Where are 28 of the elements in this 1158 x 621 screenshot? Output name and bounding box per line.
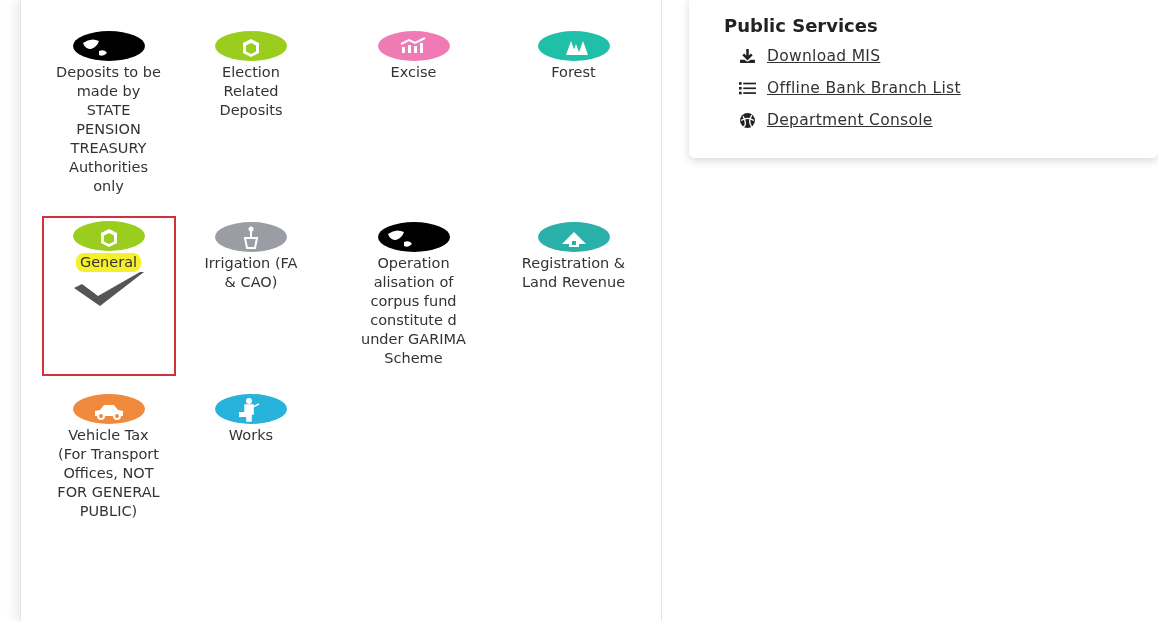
emblem-icon	[739, 111, 756, 129]
department-label: Election Related Deposits	[218, 63, 284, 120]
department-tile[interactable]: Forest	[514, 25, 633, 204]
department-label: Deposits to be made by STATE PENSION TREASURY Authorities only	[55, 63, 162, 196]
department-label: Works	[227, 426, 275, 445]
department-label: General	[75, 253, 142, 272]
card-title: Public Services	[724, 15, 879, 36]
checkmark-icon	[73, 272, 144, 306]
department-label: Vehicle Tax (For Transport Offices, NOT FOR GENERAL PUBLIC)	[56, 426, 161, 521]
department-tile[interactable]: Irrigation (FA & CAO)	[192, 216, 310, 376]
download-icon	[739, 47, 756, 65]
department-label: Excise	[389, 63, 438, 82]
department-tile[interactable]: Deposits to be made by STATE PENSION TREASURY Authorities only	[49, 25, 168, 204]
department-tile[interactable]: Registration & Land Revenue	[514, 216, 633, 376]
service-link[interactable]: Department Console	[767, 111, 933, 129]
service-link[interactable]: Offline Bank Branch List	[767, 79, 961, 97]
department-tile[interactable]: General	[41, 216, 176, 376]
department-tile[interactable]: Vehicle Tax (For Transport Offices, NOT FOR GENERAL PUBLIC)	[49, 388, 168, 529]
department-label: Irrigation (FA & CAO)	[203, 254, 299, 292]
department-tile[interactable]: Election Related Deposits	[192, 25, 310, 204]
department-label: Operation alisation of corpus fund constitute d under GARIMA Scheme	[360, 254, 467, 368]
department-tile[interactable]: Excise	[354, 25, 473, 204]
department-tile[interactable]: Works	[192, 388, 310, 529]
department-label: Forest	[550, 63, 597, 82]
list-icon	[739, 79, 756, 97]
service-link[interactable]: Download MIS	[767, 47, 881, 65]
department-label: Registration & Land Revenue	[520, 254, 627, 292]
department-tile[interactable]: Operation alisation of corpus fund constitute d under GARIMA Scheme	[354, 216, 473, 376]
